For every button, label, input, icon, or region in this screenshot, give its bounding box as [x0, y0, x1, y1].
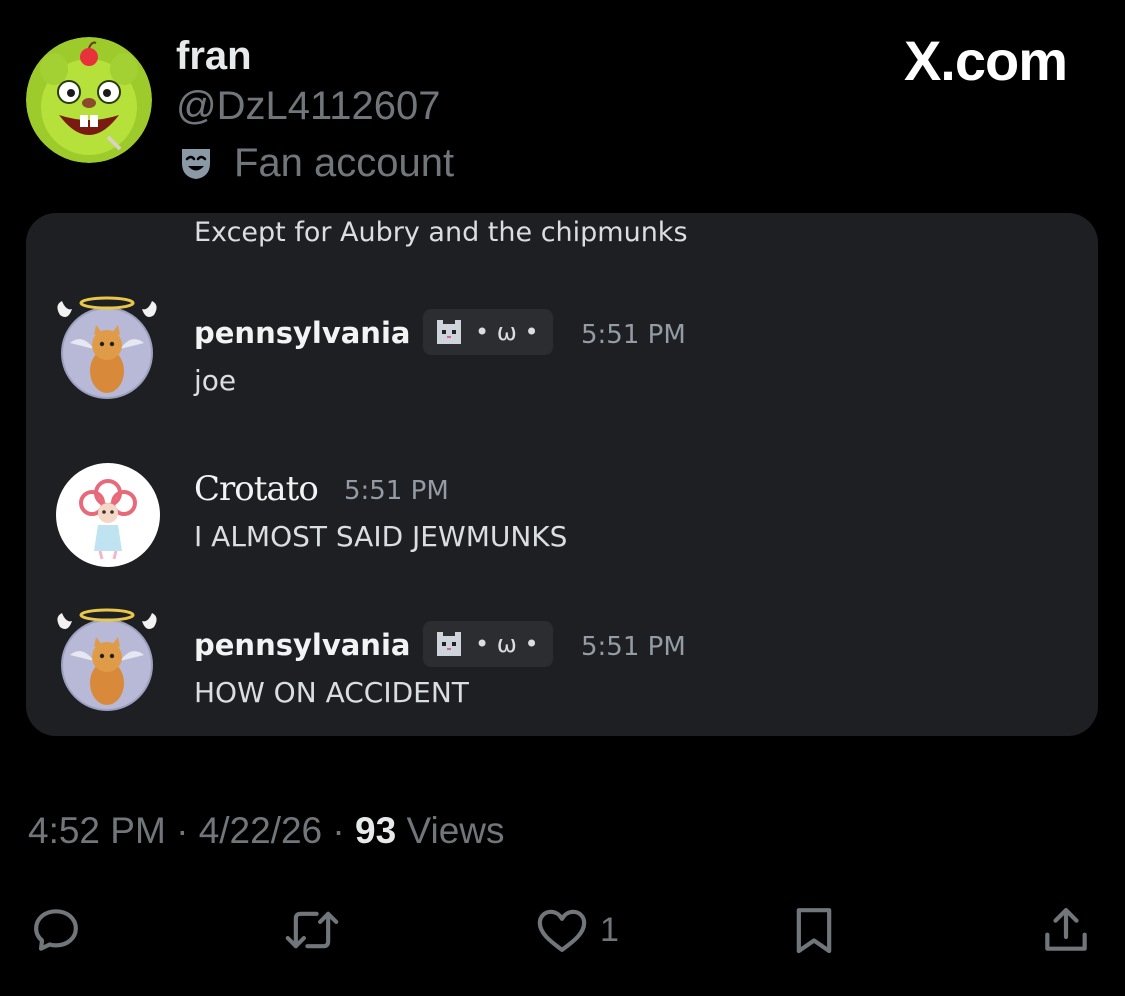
- message-timestamp: 5:51 PM: [581, 320, 686, 350]
- bookmark-button[interactable]: [786, 902, 842, 958]
- views-count: 93: [355, 810, 397, 851]
- message-text: I ALMOST SAID JEWMUNKS: [194, 520, 568, 553]
- share-icon: [1045, 908, 1087, 951]
- bookmark-icon: [796, 908, 832, 954]
- pixel-cat-icon: [437, 632, 461, 656]
- user-tag-text: • ω •: [475, 630, 539, 658]
- angel-kitten-avatar: [57, 608, 157, 711]
- message-timestamp: 5:51 PM: [344, 476, 449, 506]
- author-handle[interactable]: @DzL4112607: [176, 82, 441, 130]
- anime-girl-avatar: [56, 463, 160, 567]
- like-count: 1: [600, 910, 619, 949]
- post-time[interactable]: 4:52 PM: [28, 810, 166, 851]
- like-button[interactable]: 1: [530, 902, 619, 958]
- post-date[interactable]: 4/22/26: [199, 810, 322, 851]
- repost-button[interactable]: [282, 902, 342, 958]
- message-author-name[interactable]: pennsylvania: [194, 313, 410, 353]
- reply-icon: [34, 909, 78, 951]
- message-text: joe: [194, 364, 237, 397]
- meta-separator: ·: [176, 810, 189, 851]
- user-tag: • ω •: [423, 309, 553, 355]
- theater-mask-icon: [182, 149, 210, 179]
- angel-kitten-avatar: [57, 296, 157, 399]
- pixel-cat-icon: [437, 320, 461, 344]
- account-label: Fan account: [176, 138, 454, 188]
- user-tag-text: • ω •: [475, 318, 539, 346]
- message-author-name[interactable]: pennsylvania: [194, 625, 410, 665]
- share-button[interactable]: [1038, 902, 1094, 958]
- author-avatar[interactable]: [26, 37, 152, 163]
- chat-overflow-line: Except for Aubry and the chipmunks: [194, 217, 688, 248]
- meta-separator: ·: [332, 810, 345, 851]
- user-tag: • ω •: [423, 621, 553, 667]
- reply-button[interactable]: [28, 902, 84, 958]
- heart-icon: [537, 909, 587, 952]
- account-label-text: Fan account: [234, 141, 455, 185]
- repost-icon: [285, 911, 339, 949]
- post-meta: 4:52 PM · 4/22/26 · 93 Views: [28, 808, 505, 854]
- message-text: HOW ON ACCIDENT: [194, 676, 469, 709]
- brand-watermark: X.com: [903, 29, 1068, 92]
- message-author-name[interactable]: Crotato: [194, 469, 319, 509]
- author-display-name[interactable]: fran: [176, 32, 252, 80]
- green-cartoon-avatar-image: [26, 37, 152, 163]
- message-timestamp: 5:51 PM: [581, 632, 686, 662]
- embedded-chat-screenshot[interactable]: Except for Aubry and the chipmunks penns…: [26, 213, 1098, 736]
- views-label: Views: [406, 810, 505, 851]
